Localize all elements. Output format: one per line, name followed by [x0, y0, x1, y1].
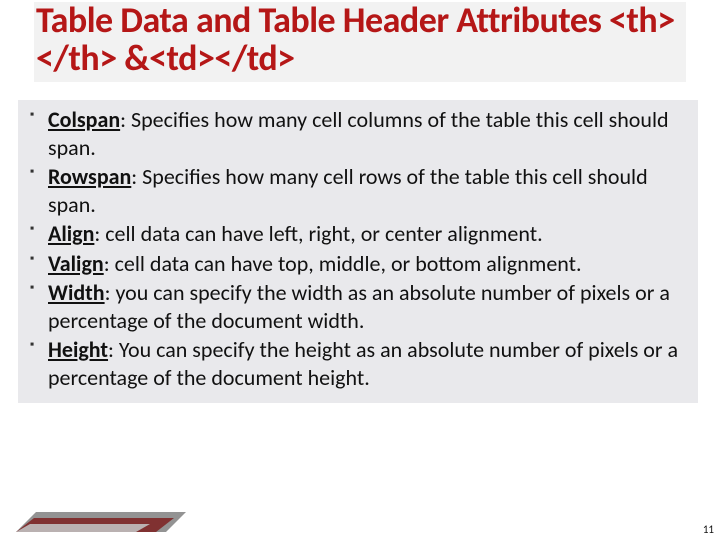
page-number: 11	[703, 523, 714, 536]
list-item: Colspan: Specifies how many cell columns…	[24, 106, 688, 161]
bullet-list: Colspan: Specifies how many cell columns…	[24, 106, 688, 391]
term: Valign	[48, 250, 104, 277]
term: Align	[48, 220, 94, 247]
list-item: Valign: cell data can have top, middle, …	[24, 250, 688, 278]
list-item: Rowspan: Specifies how many cell rows of…	[24, 163, 688, 218]
sep: :	[131, 163, 142, 190]
desc: Specifies how many cell columns of the t…	[48, 106, 669, 161]
desc: cell data can have top, middle, or botto…	[115, 250, 582, 277]
sep: :	[105, 279, 116, 306]
slide: Table Data and Table Header Attributes <…	[0, 0, 720, 540]
sep: :	[104, 250, 115, 277]
list-item: Align: cell data can have left, right, o…	[24, 220, 688, 248]
title-box: Table Data and Table Header Attributes <…	[34, 2, 686, 82]
slide-title: Table Data and Table Header Attributes <…	[34, 2, 686, 82]
desc: You can specify the height as an absolut…	[48, 336, 678, 391]
desc: you can specify the width as an absolute…	[48, 279, 670, 334]
term: Width	[48, 279, 105, 306]
list-item: Width: you can specify the width as an a…	[24, 279, 688, 334]
sep: :	[120, 106, 131, 133]
term: Height	[48, 336, 108, 363]
content-box: Colspan: Specifies how many cell columns…	[18, 100, 698, 403]
term: Colspan	[48, 106, 120, 133]
list-item: Height: You can specify the height as an…	[24, 336, 688, 391]
desc: cell data can have left, right, or cente…	[105, 220, 542, 247]
decor-swoosh-icon	[16, 504, 196, 532]
term: Rowspan	[48, 163, 131, 190]
sep: :	[108, 336, 119, 363]
sep: :	[94, 220, 105, 247]
